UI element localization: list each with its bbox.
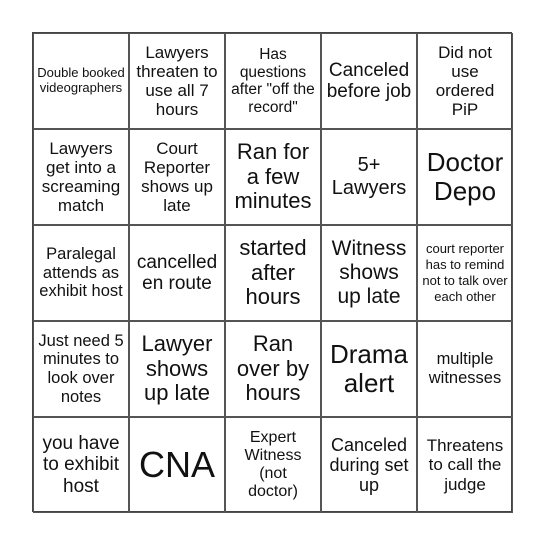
bingo-cell[interactable]: Court Reporter shows up late [129,129,225,225]
bingo-cell[interactable]: Lawyers get into a screaming match [33,129,129,225]
cell-text: cancelled en route [136,251,218,294]
bingo-board: Double booked videographers Lawyers thre… [32,32,513,513]
cell-text: Court Reporter shows up late [141,138,213,216]
bingo-cell[interactable]: multiple witnesses [417,321,513,417]
bingo-cell[interactable]: Witness shows up late [321,225,417,321]
cell-text: 5+ Lawyers [331,154,407,199]
bingo-cell[interactable]: Has questions after "off the record" [225,33,321,129]
cell-text: Drama alert [329,338,408,398]
bingo-cell[interactable]: court reporter has to remind not to talk… [417,225,513,321]
cell-text: Threatens to call the judge [426,436,504,494]
cell-text: Ran over by hours [236,330,310,406]
bingo-cell[interactable]: Doctor Depo [417,129,513,225]
bingo-cell[interactable]: Double booked videographers [33,33,129,129]
bingo-cell[interactable]: Canceled during set up [321,417,417,513]
cell-text: Has questions after "off the record" [231,46,315,116]
bingo-cell[interactable]: Lawyer shows up late [129,321,225,417]
bingo-cell[interactable]: started after hours [225,225,321,321]
bingo-cell[interactable]: Threatens to call the judge [417,417,513,513]
cell-text: Just need 5 minutes to look over notes [38,331,124,406]
cell-text: Canceled during set up [329,434,409,496]
bingo-cell[interactable]: Lawyers threaten to use all 7 hours [129,33,225,129]
bingo-cell[interactable]: Paralegal attends as exhibit host [33,225,129,321]
bingo-cell[interactable]: 5+ Lawyers [321,129,417,225]
cell-text: multiple witnesses [428,350,502,387]
bingo-cell[interactable]: Just need 5 minutes to look over notes [33,321,129,417]
bingo-cell[interactable]: Did not use ordered PiP [417,33,513,129]
cell-text: Lawyer shows up late [141,330,213,406]
cell-text: you have to exhibit host [42,432,120,497]
cell-text: Paralegal attends as exhibit host [39,245,123,301]
cell-text: Lawyers get into a screaming match [41,138,121,216]
bingo-cell[interactable]: Ran over by hours [225,321,321,417]
bingo-cell[interactable]: cancelled en route [129,225,225,321]
cell-text: CNA [138,443,215,485]
cell-text: started after hours [239,234,307,310]
bingo-cell[interactable]: Expert Witness (not doctor) [225,417,321,513]
bingo-cell[interactable]: you have to exhibit host [33,417,129,513]
cell-text: Doctor Depo [426,146,504,206]
cell-text: Did not use ordered PiP [435,42,495,120]
bingo-cell[interactable]: Ran for a few minutes [225,129,321,225]
bingo-cell[interactable]: CNA [129,417,225,513]
bingo-cell[interactable]: Canceled before job [321,33,417,129]
bingo-cell[interactable]: Drama alert [321,321,417,417]
cell-text: Witness shows up late [331,237,407,308]
cell-text: Expert Witness (not doctor) [244,428,302,501]
cell-text: Canceled before job [326,59,412,102]
cell-text: Ran for a few minutes [234,138,312,214]
cell-text: court reporter has to remind not to talk… [422,240,508,305]
cell-text: Lawyers threaten to use all 7 hours [136,42,218,120]
cell-text: Double booked videographers [37,65,125,95]
